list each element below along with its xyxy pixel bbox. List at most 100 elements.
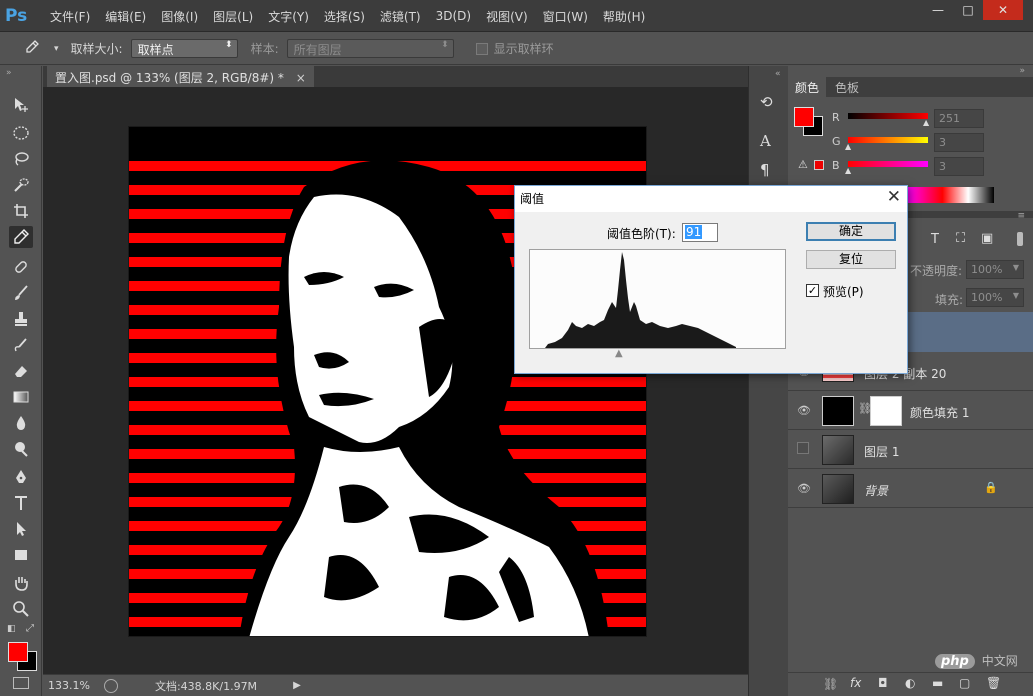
blur-tool-icon[interactable] bbox=[9, 412, 33, 434]
visibility-eye-icon[interactable]: 👁 bbox=[797, 404, 811, 417]
menu-filter[interactable]: 滤镜(T) bbox=[380, 8, 421, 25]
filter-type-layer-icon[interactable]: T bbox=[931, 232, 939, 247]
maximize-button[interactable]: □ bbox=[953, 0, 983, 20]
layer-name[interactable]: 背景 bbox=[864, 482, 888, 499]
green-value-field[interactable]: 3 bbox=[934, 133, 984, 152]
swap-colors-icon[interactable]: ⤢ bbox=[26, 623, 34, 634]
new-layer-icon[interactable]: ▢ bbox=[959, 676, 970, 690]
status-menu-arrow-icon[interactable]: ▶ bbox=[293, 680, 301, 691]
history-brush-tool-icon[interactable] bbox=[9, 334, 33, 356]
eraser-tool-icon[interactable] bbox=[9, 360, 33, 382]
filter-toggle-switch[interactable] bbox=[1017, 232, 1023, 246]
eyedropper-tool-icon[interactable] bbox=[9, 226, 33, 248]
layer-mask-thumbnail[interactable] bbox=[870, 396, 902, 426]
pen-tool-icon[interactable] bbox=[9, 466, 33, 488]
sample-size-select[interactable]: 取样点 ⬍ bbox=[130, 39, 238, 58]
menu-select[interactable]: 选择(S) bbox=[324, 8, 365, 25]
tab-color[interactable]: 颜色 bbox=[788, 77, 827, 97]
preview-checkbox[interactable]: ✓ bbox=[806, 284, 819, 297]
dodge-tool-icon[interactable] bbox=[9, 438, 33, 460]
close-window-button[interactable]: ✕ bbox=[983, 0, 1023, 20]
collapse-panels-icon[interactable]: » bbox=[1019, 66, 1025, 76]
menu-view[interactable]: 视图(V) bbox=[486, 8, 528, 25]
menu-help[interactable]: 帮助(H) bbox=[603, 8, 645, 25]
character-panel-icon[interactable]: A bbox=[760, 132, 771, 150]
rectangle-tool-icon[interactable] bbox=[9, 544, 33, 566]
visibility-eye-icon[interactable]: 👁 bbox=[797, 482, 811, 495]
green-slider-handle[interactable]: ▲ bbox=[845, 142, 851, 151]
preview-label[interactable]: 预览(P) bbox=[823, 283, 864, 300]
paragraph-panel-icon[interactable]: ¶ bbox=[760, 161, 770, 179]
link-layers-icon[interactable]: ⛓ bbox=[823, 677, 838, 691]
move-tool-icon[interactable] bbox=[9, 94, 33, 116]
adjustment-layer-icon[interactable]: ◐ bbox=[905, 676, 915, 690]
layer-style-icon[interactable]: fx bbox=[850, 676, 861, 690]
close-tab-icon[interactable]: × bbox=[296, 71, 306, 85]
visibility-toggle-empty[interactable] bbox=[797, 442, 809, 454]
filter-shape-layer-icon[interactable]: ⛶ bbox=[956, 231, 965, 246]
zoom-level[interactable]: 133.1% bbox=[48, 679, 90, 692]
clone-stamp-tool-icon[interactable] bbox=[9, 308, 33, 330]
layer-row[interactable]: 图层 1 bbox=[788, 431, 1033, 469]
layer-name[interactable]: 颜色填充 1 bbox=[910, 404, 969, 421]
crop-tool-icon[interactable] bbox=[9, 200, 33, 222]
path-selection-tool-icon[interactable] bbox=[9, 518, 33, 540]
dialog-close-button[interactable]: ✕ bbox=[887, 187, 901, 207]
menu-3d[interactable]: 3D(D) bbox=[436, 9, 471, 23]
menu-window[interactable]: 窗口(W) bbox=[543, 8, 588, 25]
opacity-field[interactable]: 100% ▼ bbox=[966, 260, 1024, 279]
hand-tool-icon[interactable] bbox=[9, 572, 33, 594]
layer-row[interactable]: 👁 ⛓ 颜色填充 1 bbox=[788, 392, 1033, 430]
default-colors-icon[interactable]: ◧ bbox=[7, 624, 16, 634]
ok-button[interactable]: 确定 bbox=[806, 222, 896, 241]
new-group-icon[interactable]: ▬ bbox=[932, 676, 943, 690]
layer-row[interactable]: 👁 背景 🔒 bbox=[788, 470, 1033, 508]
zoom-tool-icon[interactable] bbox=[9, 598, 33, 620]
brush-tool-icon[interactable] bbox=[9, 282, 33, 304]
menu-file[interactable]: 文件(F) bbox=[50, 8, 90, 25]
type-tool-icon[interactable] bbox=[9, 492, 33, 514]
add-mask-icon[interactable]: ◘ bbox=[878, 676, 888, 690]
sample-select[interactable]: 所有图层 ⬍ bbox=[286, 39, 454, 58]
delete-layer-icon[interactable]: 🗑 bbox=[986, 676, 1001, 690]
threshold-slider-handle[interactable]: ▲ bbox=[615, 348, 623, 359]
eyedropper-preset-icon[interactable] bbox=[24, 39, 44, 58]
document-tab[interactable]: 置入图.psd @ 133% (图层 2, RGB/8#) * × bbox=[47, 66, 314, 87]
green-slider[interactable] bbox=[848, 137, 928, 143]
history-panel-icon[interactable]: ⟲ bbox=[760, 93, 773, 111]
blue-value-field[interactable]: 3 bbox=[934, 157, 984, 176]
quick-mask-icon[interactable] bbox=[13, 677, 29, 689]
layers-panel-menu-icon[interactable]: ≡ bbox=[1017, 211, 1025, 221]
layer-name[interactable]: 图层 1 bbox=[864, 443, 899, 460]
red-value-field[interactable]: 251 bbox=[934, 109, 984, 128]
dialog-titlebar[interactable]: 阈值 ✕ bbox=[515, 186, 907, 212]
reset-button[interactable]: 复位 bbox=[806, 250, 896, 269]
healing-brush-tool-icon[interactable] bbox=[9, 256, 33, 278]
canvas-area[interactable] bbox=[43, 87, 748, 674]
red-slider-handle[interactable]: ▲ bbox=[923, 118, 929, 127]
menu-image[interactable]: 图像(I) bbox=[161, 8, 198, 25]
marquee-tool-icon[interactable] bbox=[9, 122, 33, 144]
filter-smart-object-icon[interactable]: ▣ bbox=[981, 231, 993, 246]
show-ring-checkbox[interactable] bbox=[475, 42, 488, 55]
lasso-tool-icon[interactable] bbox=[9, 148, 33, 170]
menu-edit[interactable]: 编辑(E) bbox=[105, 8, 146, 25]
red-slider[interactable] bbox=[848, 113, 928, 119]
menu-layer[interactable]: 图层(L) bbox=[213, 8, 253, 25]
minimize-button[interactable]: — bbox=[923, 0, 953, 20]
gradient-tool-icon[interactable] bbox=[9, 386, 33, 408]
color-spectrum-ramp[interactable] bbox=[908, 187, 994, 203]
menu-type[interactable]: 文字(Y) bbox=[268, 8, 309, 25]
threshold-level-input[interactable]: 91 bbox=[682, 223, 718, 242]
expand-panels-icon[interactable]: « bbox=[775, 69, 781, 79]
quick-selection-tool-icon[interactable] bbox=[9, 174, 33, 196]
gamut-warning-icon[interactable]: ⚠ bbox=[798, 158, 808, 171]
status-info-icon[interactable] bbox=[103, 678, 118, 693]
fill-field[interactable]: 100% ▼ bbox=[966, 288, 1024, 307]
foreground-color-swatch[interactable] bbox=[8, 642, 28, 662]
blue-slider[interactable] bbox=[848, 161, 928, 167]
collapse-toolbox-icon[interactable]: » bbox=[6, 68, 12, 78]
gamut-color-swatch[interactable] bbox=[814, 160, 824, 170]
tab-swatches[interactable]: 色板 bbox=[828, 77, 866, 97]
blue-slider-handle[interactable]: ▲ bbox=[845, 166, 851, 175]
